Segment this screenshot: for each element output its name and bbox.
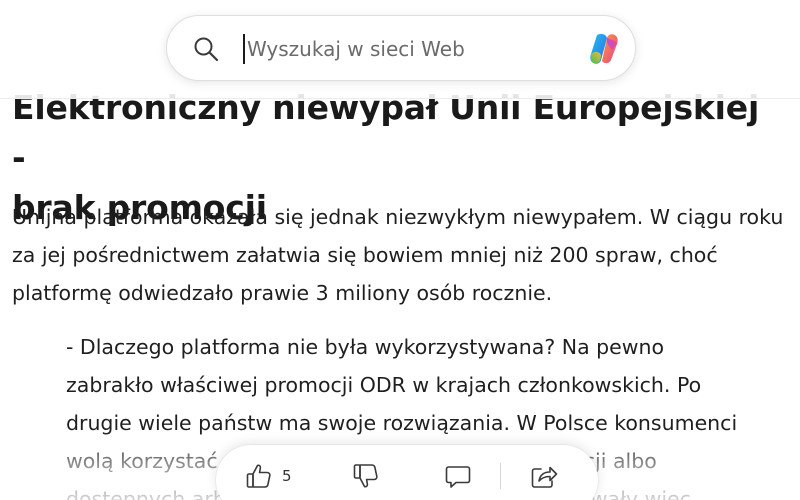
text-cursor xyxy=(243,34,245,64)
like-button[interactable]: 5 xyxy=(244,445,324,500)
article-paragraph: Unijna platforma okazała się jednak niez… xyxy=(12,198,798,312)
search-bar[interactable] xyxy=(166,15,636,81)
paragraph-line: drugie wiele państw ma swoje rozwiązania… xyxy=(66,411,738,435)
dislike-button[interactable] xyxy=(344,445,388,500)
copilot-icon[interactable] xyxy=(585,30,623,68)
comment-icon xyxy=(443,461,473,491)
comment-button[interactable] xyxy=(436,445,480,500)
action-divider xyxy=(500,463,501,489)
search-icon[interactable] xyxy=(193,36,219,62)
paragraph-line: - Dlaczego platforma nie była wykorzysty… xyxy=(66,335,665,359)
thumbs-up-icon xyxy=(244,461,274,491)
paragraph-line: Unijna platforma okazała się jednak niez… xyxy=(12,205,784,229)
article-action-bar: 5 xyxy=(216,445,598,500)
headline-line: Elektroniczny niewypał Unii Europejskiej… xyxy=(12,88,760,177)
header-divider xyxy=(0,98,800,99)
paragraph-line: platformę odwiedzało prawie 3 miliony os… xyxy=(12,281,553,305)
like-count: 5 xyxy=(282,467,292,485)
share-icon xyxy=(529,461,559,491)
search-input[interactable] xyxy=(247,32,547,66)
paragraph-line: zabrakło właściwej promocji ODR w krajac… xyxy=(66,373,702,397)
thumbs-down-icon xyxy=(351,461,381,491)
paragraph-line: za jej pośrednictwem załatwia się bowiem… xyxy=(12,243,718,267)
share-button[interactable] xyxy=(522,445,566,500)
